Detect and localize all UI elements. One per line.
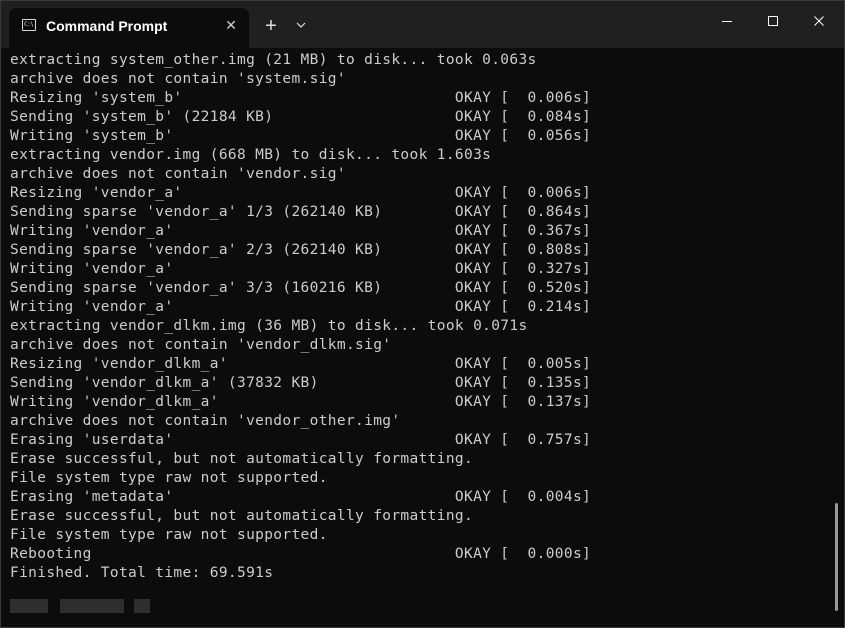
close-icon: ✕: [225, 17, 237, 33]
terminal-line: Sending 'vendor_dlkm_a' (37832 KB) OKAY …: [10, 375, 592, 391]
close-tab-button[interactable]: ✕: [221, 15, 241, 35]
command-prompt-icon: C:\: [22, 19, 36, 31]
terminal-line: Sending sparse 'vendor_a' 3/3 (160216 KB…: [10, 280, 592, 296]
terminal-line: archive does not contain 'vendor_dlkm.si…: [10, 337, 392, 353]
redacted-prompt-path: [60, 599, 124, 613]
tab-command-prompt[interactable]: C:\ Command Prompt ✕: [9, 8, 249, 48]
plus-icon: +: [265, 15, 277, 37]
terminal-line: Writing 'vendor_dlkm_a' OKAY [ 0.137s]: [10, 394, 592, 410]
command-prompt-window: C:\ Command Prompt ✕ + extracting system…: [0, 0, 845, 628]
terminal-line: Sending 'system_b' (22184 KB) OKAY [ 0.0…: [10, 109, 592, 125]
redacted-prompt-path: [134, 599, 150, 613]
maximize-icon: [768, 16, 778, 26]
terminal-line: Sending sparse 'vendor_a' 2/3 (262140 KB…: [10, 242, 592, 258]
minimize-icon: [722, 21, 732, 22]
terminal-line: Resizing 'vendor_a' OKAY [ 0.006s]: [10, 185, 592, 201]
terminal-line: File system type raw not supported.: [10, 527, 328, 543]
terminal-line: Rebooting OKAY [ 0.000s]: [10, 546, 592, 562]
terminal-line: Sending sparse 'vendor_a' 1/3 (262140 KB…: [10, 204, 592, 220]
terminal-line: Finished. Total time: 69.591s: [10, 565, 274, 581]
chevron-down-icon: [296, 22, 306, 28]
profile-dropdown-button[interactable]: [289, 14, 313, 38]
close-window-button[interactable]: [796, 1, 842, 41]
terminal-line: archive does not contain 'vendor_other.i…: [10, 413, 401, 429]
terminal-line: File system type raw not supported.: [10, 470, 328, 486]
terminal-line: extracting vendor_dlkm.img (36 MB) to di…: [10, 318, 528, 334]
close-icon: [814, 16, 824, 26]
terminal-line: Erase successful, but not automatically …: [10, 508, 474, 524]
scrollbar-thumb[interactable]: [835, 503, 838, 611]
new-tab-button[interactable]: +: [259, 14, 283, 38]
command-prompt-icon-glyph: C:\: [24, 21, 34, 28]
scrollbar[interactable]: [834, 51, 840, 623]
maximize-button[interactable]: [750, 1, 796, 41]
tab-title: Command Prompt: [46, 18, 168, 34]
terminal-line: Resizing 'system_b' OKAY [ 0.006s]: [10, 90, 592, 106]
terminal-line: Writing 'system_b' OKAY [ 0.056s]: [10, 128, 592, 144]
minimize-button[interactable]: [704, 1, 750, 41]
terminal-line: Erase successful, but not automatically …: [10, 451, 474, 467]
terminal-line: Resizing 'vendor_dlkm_a' OKAY [ 0.005s]: [10, 356, 592, 372]
terminal-line: Erasing 'metadata' OKAY [ 0.004s]: [10, 489, 592, 505]
terminal-line: archive does not contain 'system.sig': [10, 71, 346, 87]
terminal-line: extracting vendor.img (668 MB) to disk..…: [10, 147, 492, 163]
redacted-prompt-path: [10, 599, 48, 613]
terminal-line: Writing 'vendor_a' OKAY [ 0.367s]: [10, 223, 592, 239]
terminal-output[interactable]: extracting system_other.img (21 MB) to d…: [10, 51, 826, 627]
terminal-line: archive does not contain 'vendor.sig': [10, 166, 346, 182]
terminal-line: extracting system_other.img (21 MB) to d…: [10, 52, 537, 68]
title-bar[interactable]: C:\ Command Prompt ✕ +: [1, 1, 844, 48]
terminal-line: Writing 'vendor_a' OKAY [ 0.214s]: [10, 299, 592, 315]
terminal-line: Writing 'vendor_a' OKAY [ 0.327s]: [10, 261, 592, 277]
terminal-line: Erasing 'userdata' OKAY [ 0.757s]: [10, 432, 592, 448]
